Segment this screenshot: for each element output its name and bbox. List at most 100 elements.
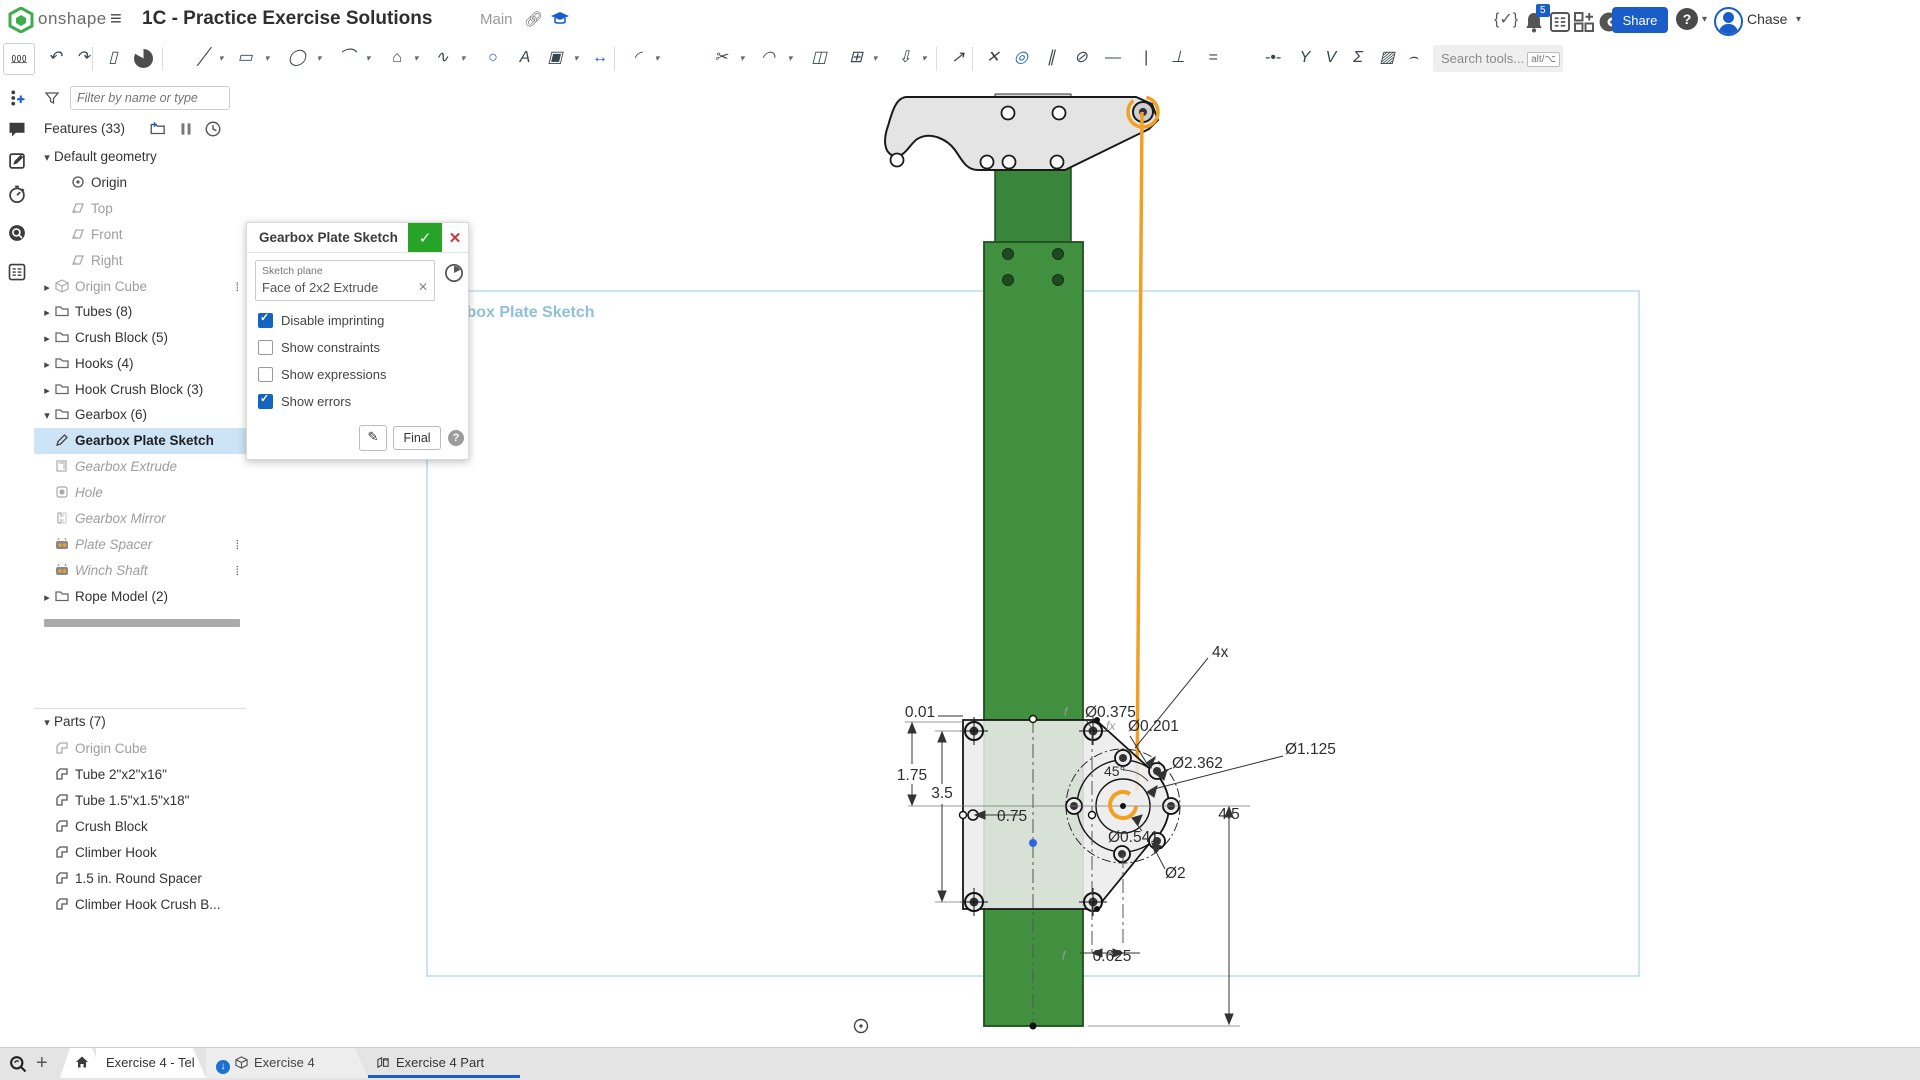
- dialog-help-icon[interactable]: ?: [448, 430, 464, 446]
- coincident-constraint-icon[interactable]: ✕: [980, 45, 1006, 71]
- dim-35[interactable]: 3.5: [931, 785, 953, 802]
- dim-075[interactable]: 0.75: [997, 808, 1027, 825]
- search-tools[interactable]: Search tools...alt/⌥c: [1433, 45, 1563, 72]
- feature-item-plate-spacer[interactable]: Plate Spacer⁞: [34, 532, 246, 558]
- dim-dia2[interactable]: Ø2: [1165, 865, 1186, 882]
- checkbox-show-errors[interactable]: Show errors: [255, 388, 458, 415]
- trim-tool-icon[interactable]: ✂︎: [708, 45, 734, 71]
- search-tabs-icon[interactable]: [8, 1054, 28, 1074]
- fillet-tool-icon[interactable]: ◜: [624, 45, 650, 71]
- notes-icon[interactable]: [7, 151, 27, 171]
- checkbox-disable-imprinting[interactable]: Disable imprinting: [255, 307, 458, 334]
- checkbox-unchecked-icon[interactable]: [258, 340, 273, 355]
- part-item-climber-hook[interactable]: Climber Hook: [34, 840, 246, 866]
- new-folder-icon[interactable]: [149, 120, 167, 138]
- tab-exercise-4-assembly[interactable]: ↓Exercise 4 Assembly: [206, 1048, 368, 1078]
- sketch-mode-button[interactable]: ✎: [359, 425, 387, 451]
- checkbox-show-expressions[interactable]: Show expressions: [255, 361, 458, 388]
- insert-feature-icon[interactable]: [7, 88, 27, 108]
- midpoint-constraint-icon[interactable]: -•-: [1260, 45, 1286, 71]
- feature-item-right-plane[interactable]: Right: [34, 248, 246, 274]
- normal-constraint-icon[interactable]: V: [1318, 45, 1344, 71]
- dim-dia201[interactable]: Ø0.201: [1128, 718, 1179, 735]
- graphics-area[interactable]: Gearbox Plate Sketch: [246, 78, 1920, 1047]
- rope-sketch-line-selected[interactable]: [1137, 112, 1142, 790]
- mirror-tool-icon[interactable]: ◫: [806, 45, 832, 71]
- sketch-tool-icon[interactable]: [134, 49, 153, 68]
- concentric-constraint-icon[interactable]: ◎: [1008, 45, 1034, 71]
- dim-45[interactable]: 4.5: [1218, 806, 1240, 823]
- climber-hook-part[interactable]: [885, 97, 1158, 170]
- dimension-tool-icon[interactable]: ↔: [587, 45, 613, 71]
- spline-tool-icon[interactable]: ∿: [429, 45, 455, 71]
- fix-constraint-icon[interactable]: ▨: [1374, 45, 1400, 71]
- feature-item-front-plane[interactable]: Front: [34, 222, 246, 248]
- history-timer-icon[interactable]: [7, 184, 27, 204]
- final-button[interactable]: Final: [393, 426, 441, 450]
- cancel-x-button[interactable]: ✕: [442, 223, 468, 252]
- drag-handle-icon[interactable]: ⁞: [236, 532, 238, 558]
- rectangle-tool-icon[interactable]: ▭: [232, 45, 258, 71]
- chevron-down-icon[interactable]: ▾: [312, 45, 326, 71]
- confirm-check-button[interactable]: ✓: [408, 223, 442, 252]
- search-model-icon[interactable]: [7, 223, 27, 243]
- feature-folder-crush-block[interactable]: ▸Crush Block (5): [34, 325, 246, 351]
- dim-175[interactable]: 1.75: [897, 767, 927, 784]
- checklist-icon[interactable]: [7, 262, 27, 282]
- menu-icon[interactable]: ≡: [110, 8, 122, 31]
- checkbox-checked-icon[interactable]: [258, 313, 273, 328]
- chevron-down-icon[interactable]: ▾: [569, 45, 583, 71]
- user-avatar[interactable]: [1714, 7, 1743, 36]
- chevron-down-icon[interactable]: ▾: [361, 45, 375, 71]
- text-tool-icon[interactable]: A: [512, 45, 538, 71]
- tasks-icon[interactable]: [1548, 10, 1572, 34]
- tangent-constraint-icon[interactable]: ⊘: [1068, 45, 1094, 71]
- use-project-tool-icon[interactable]: ▣: [542, 45, 568, 71]
- inner-tube-part[interactable]: [995, 166, 1071, 246]
- dim-dia1125[interactable]: Ø1.125: [1285, 741, 1336, 758]
- pattern-tool-icon[interactable]: ⊞: [843, 45, 869, 71]
- curvature-comb-icon[interactable]: ⌢: [1400, 45, 1426, 71]
- expression-constraint-icon[interactable]: Σ: [1345, 45, 1371, 71]
- suppress-pause-icon[interactable]: [177, 120, 195, 138]
- import-dxf-icon[interactable]: ⇩: [892, 45, 918, 71]
- chevron-down-icon[interactable]: ▾: [40, 403, 54, 428]
- help-icon[interactable]: ?: [1676, 8, 1698, 30]
- drag-handle-icon[interactable]: ⁞: [236, 274, 238, 300]
- link-icon[interactable]: 🔗︎: [524, 10, 543, 28]
- horizontal-constraint-icon[interactable]: —: [1100, 45, 1126, 71]
- parallel-constraint-icon[interactable]: ∥: [1038, 45, 1064, 71]
- feature-item-hole[interactable]: Hole: [34, 480, 246, 506]
- user-name[interactable]: Chase: [1747, 11, 1787, 27]
- perpendicular-constraint-icon[interactable]: ⊥: [1165, 45, 1191, 71]
- defer-update-icon[interactable]: [444, 263, 464, 283]
- dim-4x[interactable]: 4x: [1212, 644, 1229, 661]
- dim-angle-45[interactable]: 45°: [1104, 763, 1125, 779]
- dim-001[interactable]: 0.01: [905, 704, 935, 721]
- dim-dia2362[interactable]: Ø2.362: [1172, 755, 1223, 772]
- sheet-icon[interactable]: ▯: [100, 45, 126, 71]
- undo-icon[interactable]: ↶: [42, 45, 68, 71]
- checkbox-unchecked-icon[interactable]: [258, 367, 273, 382]
- tab-exercise-4-part-studio[interactable]: Exercise 4 Part Studio: [368, 1048, 520, 1078]
- chevron-down-icon[interactable]: ▾: [650, 45, 664, 71]
- help-caret-icon[interactable]: ▾: [1702, 14, 1707, 25]
- vertical-constraint-icon[interactable]: |: [1133, 45, 1159, 71]
- circle-tool-icon[interactable]: ◯: [284, 45, 310, 71]
- part-item-origin-cube[interactable]: Origin Cube: [34, 736, 246, 762]
- feature-folder-hooks[interactable]: ▸Hooks (4): [34, 351, 246, 377]
- feature-item-origin[interactable]: Origin: [34, 170, 246, 196]
- sketch-plane-field[interactable]: Sketch plane Face of 2x2 Extrude ✕: [255, 260, 435, 301]
- feature-folder-tubes[interactable]: ▸Tubes (8): [34, 299, 246, 325]
- chevron-down-icon[interactable]: ▾: [917, 45, 931, 71]
- filter-input[interactable]: [70, 86, 230, 110]
- dim-dia541[interactable]: Ø0.541: [1108, 829, 1159, 846]
- chevron-down-icon[interactable]: ▾: [783, 45, 797, 71]
- equal-constraint-icon[interactable]: =: [1200, 45, 1226, 71]
- point-tool-icon[interactable]: ○: [480, 45, 506, 71]
- chevron-right-icon[interactable]: ▸: [40, 300, 54, 325]
- filter-icon[interactable]: [44, 90, 60, 106]
- feature-item-winch-shaft[interactable]: Winch Shaft⁞: [34, 558, 246, 584]
- learning-center-icon[interactable]: [550, 8, 570, 28]
- chevron-down-icon[interactable]: ▾: [214, 45, 228, 71]
